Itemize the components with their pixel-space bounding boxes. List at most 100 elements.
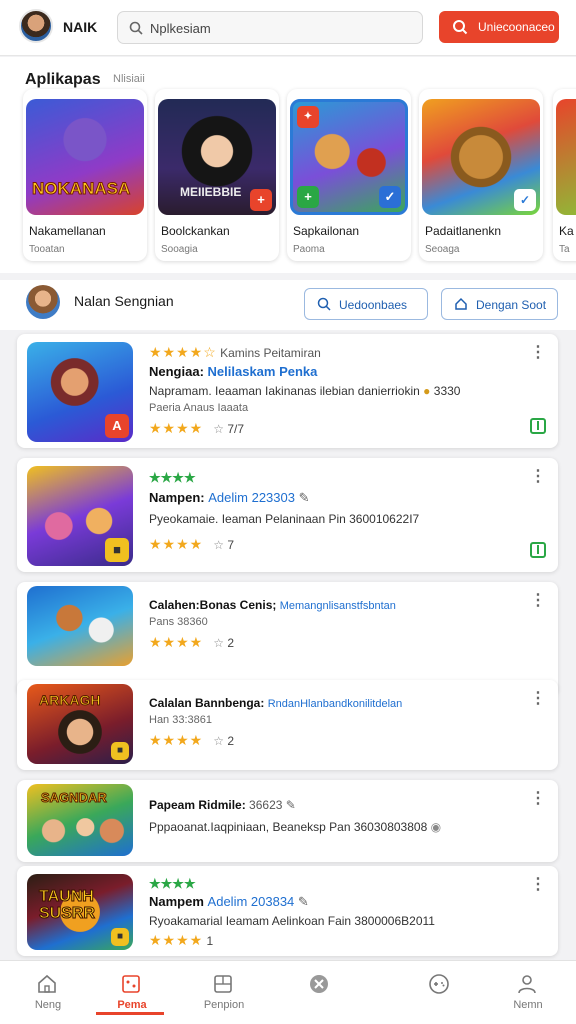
- more-options-icon[interactable]: ⋮: [530, 874, 546, 894]
- home-icon: [455, 297, 467, 310]
- check-icon: ✓: [379, 186, 401, 208]
- app-thumbnail: ARKAGH ■: [27, 684, 133, 764]
- app-thumbnail: NOKANASA: [26, 99, 144, 215]
- item-count: 2: [227, 734, 235, 748]
- nav-item-profile[interactable]: Nemn: [480, 961, 576, 1024]
- item-rating-row: ★★★★ ☆ 7: [149, 536, 234, 553]
- item-count: 1: [206, 934, 214, 948]
- thumbnail-art-text: NOKANASA: [31, 179, 131, 199]
- filter-button-label: Uedoonbaes: [339, 298, 408, 312]
- sort-button-label: Dengan Soot: [476, 298, 547, 312]
- nav-label: Neng: [34, 999, 62, 1011]
- section-title: Aplikapas: [25, 71, 101, 88]
- featured-card[interactable]: Ka Ta: [553, 89, 576, 261]
- user-avatar[interactable]: [19, 9, 53, 43]
- item-title-extra: 36623: [249, 798, 283, 812]
- item-tag-row: ★★★★☆ Kamins Peitamiran: [149, 344, 321, 361]
- coin-icon: ●: [423, 384, 431, 398]
- item-title: Nengiaa:: [149, 364, 204, 379]
- featured-card[interactable]: NOKANASA Nakamellanan Tooatan: [23, 89, 147, 261]
- grid-icon: [214, 975, 232, 993]
- more-options-icon[interactable]: ⋮: [530, 466, 546, 486]
- featured-card-sub: Tooatan: [29, 244, 65, 255]
- list-item[interactable]: ■ ★★★★ Nampen: Adelim 223303 ✎ Pyeokamai…: [17, 458, 558, 572]
- green-rating: ★★★★: [149, 876, 196, 891]
- nav-item-apps[interactable]: Penpion: [176, 961, 272, 1024]
- user-icon: [518, 975, 536, 994]
- app-thumbnail: [27, 586, 133, 666]
- item-rating-row: ★★★★ ☆ 2: [149, 732, 234, 749]
- item-title-row: Papeam Ridmile: 36623 ✎: [149, 798, 296, 812]
- nav-label: Pema: [117, 999, 147, 1011]
- sort-button[interactable]: Dengan Soot: [441, 288, 558, 320]
- featured-card-name: Sapkailonan: [293, 224, 360, 238]
- search-placeholder: Nplkesiam: [150, 21, 211, 36]
- nav-item-controller[interactable]: [392, 961, 488, 1024]
- brand-label: NAIK: [63, 19, 98, 35]
- nav-label: Nemn: [513, 999, 543, 1011]
- item-desc: Ryoakamarial Ieamam Aelinkoan Fain 38000…: [149, 914, 435, 928]
- item-link[interactable]: Adelim 223303: [208, 490, 295, 505]
- nav-item-home[interactable]: Neng: [0, 961, 96, 1024]
- list-item[interactable]: A ★★★★☆ Kamins Peitamiran Nengiaa: Nelil…: [17, 334, 558, 448]
- more-options-icon[interactable]: ⋮: [530, 688, 546, 708]
- list-item[interactable]: Calahen:Bonas Cenis; Memangnlisanstfsbnt…: [17, 582, 558, 696]
- nav-item-close[interactable]: [272, 961, 368, 1024]
- app-badge-icon: ■: [105, 538, 129, 562]
- item-badge-row: ★★★★: [149, 470, 196, 486]
- gamepad-icon: [429, 974, 449, 994]
- list-item[interactable]: TAUNH SUSRR ■ ★★★★ Nampem Adelim 203834 ✎…: [17, 866, 558, 956]
- app-thumbnail: SAGNDAR: [27, 784, 133, 856]
- rating-stars: ★★★★: [149, 932, 204, 948]
- item-link[interactable]: Memangnlisanstfsbntan: [280, 600, 396, 612]
- item-title: Nampem: [149, 894, 204, 909]
- item-title-row: Calahen:Bonas Cenis; Memangnlisanstfsbnt…: [149, 598, 396, 612]
- badge-icon: +: [297, 186, 319, 208]
- item-desc: Pppaoanat.Iaqpiniaan, Beaneksp Pan 36030…: [149, 820, 428, 834]
- featured-card[interactable]: ✓ Padaitlanenkn Seoaga: [419, 89, 543, 261]
- item-link[interactable]: RndanHlanbandkonilitdelan: [268, 698, 403, 710]
- item-desc-row: Pppaoanat.Iaqpiniaan, Beaneksp Pan 36030…: [149, 820, 441, 834]
- green-rating: ★★★★: [149, 470, 196, 485]
- featured-card[interactable]: MEIIEBBIE + Boolckankan Sooagia: [155, 89, 279, 261]
- list-item[interactable]: SAGNDAR Papeam Ridmile: 36623 ✎ Pppaoana…: [17, 780, 558, 862]
- featured-card[interactable]: ✦ + ✓ Sapkailonan Paoma: [287, 89, 411, 261]
- rating-stars: ★★★★: [149, 420, 204, 436]
- item-desc: Napramam. Ieaaman Iakinanas ilebian dani…: [149, 384, 420, 398]
- install-icon[interactable]: [530, 418, 546, 434]
- pen-icon: ✎: [285, 798, 296, 812]
- clock-icon: ◉: [430, 820, 442, 834]
- list-title: Nalan Sengnian: [74, 293, 174, 309]
- app-thumbnail: TAUNH SUSRR ■: [27, 874, 133, 950]
- more-options-icon[interactable]: ⋮: [530, 342, 546, 362]
- item-link[interactable]: Nelilaskam Penka: [208, 364, 318, 379]
- item-desc-extra: 3330: [433, 384, 461, 398]
- more-options-icon[interactable]: ⋮: [530, 590, 546, 610]
- install-icon[interactable]: [530, 542, 546, 558]
- active-tab-indicator: [96, 1012, 164, 1015]
- item-meta-row: Paeria Anaus Iaaata: [149, 402, 248, 414]
- list-item[interactable]: ARKAGH ■ Calalan Bannbenga: RndanHlanban…: [17, 680, 558, 770]
- section-avatar: [26, 285, 60, 319]
- item-count: 2: [227, 636, 235, 650]
- search-icon: [317, 297, 331, 311]
- item-meta-row: Han 33:3861: [149, 714, 212, 726]
- item-title: Papeam Ridmile:: [149, 798, 246, 812]
- featured-card-name: Nakamellanan: [29, 224, 106, 238]
- item-meta: Pans 38360: [149, 616, 208, 628]
- nav-label: Penpion: [203, 999, 245, 1011]
- search-input[interactable]: Nplkesiam: [117, 11, 423, 44]
- item-link[interactable]: Adelim 203834: [208, 894, 295, 909]
- pen-icon: ✎: [298, 490, 310, 505]
- item-tag: Kamins Peitamiran: [220, 346, 321, 360]
- item-rating-row: ★★★★ ☆ 7/7: [149, 420, 244, 437]
- more-options-icon[interactable]: ⋮: [530, 788, 546, 808]
- item-title: Calahen:Bonas Cenis;: [149, 598, 277, 612]
- filter-button[interactable]: Uedoonbaes: [304, 288, 428, 320]
- app-thumbnail: ✦ + ✓: [290, 99, 408, 215]
- item-rating-row: ★★★★ ☆ 2: [149, 634, 234, 651]
- star-outline-icon: ☆: [213, 538, 224, 552]
- item-count: 7: [227, 538, 235, 552]
- item-meta: Han 33:3861: [149, 714, 212, 726]
- search-button[interactable]: Uniecoonaceo: [439, 11, 559, 43]
